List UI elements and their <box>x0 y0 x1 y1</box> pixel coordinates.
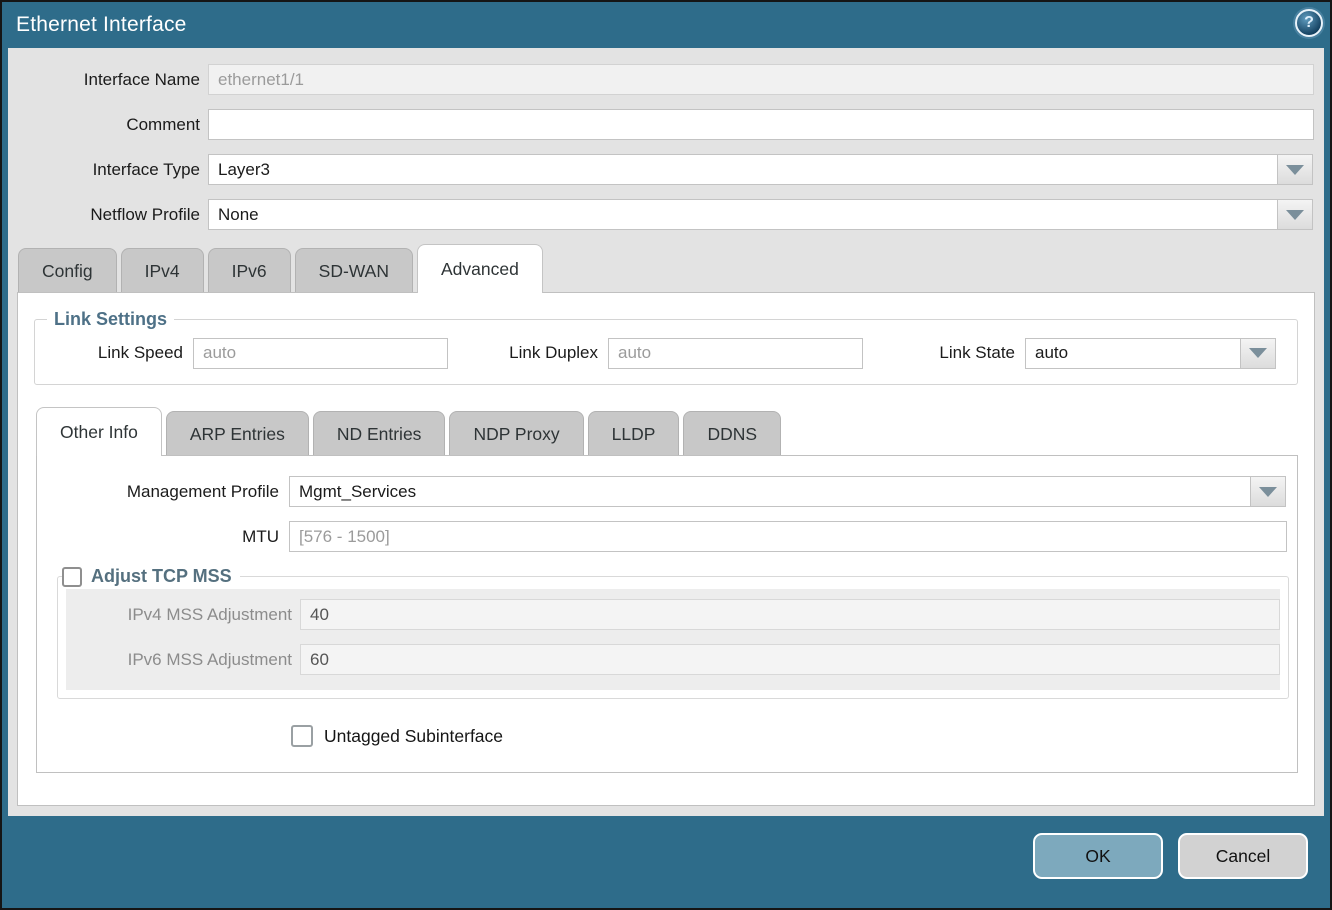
interface-name-row: Interface Name <box>8 64 1324 95</box>
tab-sd-wan[interactable]: SD-WAN <box>295 248 413 292</box>
interface-type-dropdown[interactable] <box>208 154 1314 185</box>
ipv4-mss-label: IPv4 MSS Adjustment <box>74 605 292 625</box>
interface-name-input <box>208 64 1314 95</box>
tab-other-info[interactable]: Other Info <box>36 407 162 456</box>
management-profile-value[interactable] <box>289 476 1251 507</box>
ipv6-mss-input <box>300 644 1280 675</box>
tab-nd-entries[interactable]: ND Entries <box>313 411 446 455</box>
tab-lldp[interactable]: LLDP <box>588 411 680 455</box>
interface-type-value[interactable] <box>208 154 1278 185</box>
adjust-tcp-mss-legend-text: Adjust TCP MSS <box>91 566 232 587</box>
chevron-down-icon <box>1259 487 1277 497</box>
chevron-down-icon <box>1286 165 1304 175</box>
mtu-row: MTU <box>37 521 1297 552</box>
advanced-tab-panel: Link Settings Link Speed Link Duplex Lin… <box>17 292 1315 806</box>
comment-row: Comment <box>8 109 1324 140</box>
tab-ndp-proxy[interactable]: NDP Proxy <box>449 411 583 455</box>
mtu-label: MTU <box>37 527 279 547</box>
adjust-tcp-mss-legend: Adjust TCP MSS <box>62 566 240 587</box>
ipv6-mss-label: IPv6 MSS Adjustment <box>74 650 292 670</box>
ipv4-mss-input <box>300 599 1280 630</box>
netflow-profile-dropdown[interactable] <box>208 199 1314 230</box>
tab-config[interactable]: Config <box>18 248 117 292</box>
ipv4-mss-row: IPv4 MSS Adjustment <box>74 599 1280 630</box>
mss-fields-area: IPv4 MSS Adjustment IPv6 MSS Adjustment <box>66 589 1280 690</box>
tab-ipv4[interactable]: IPv4 <box>121 248 204 292</box>
ok-button[interactable]: OK <box>1033 833 1163 879</box>
untagged-subinterface-label: Untagged Subinterface <box>324 726 503 747</box>
untagged-subinterface-checkbox[interactable] <box>291 725 313 747</box>
netflow-profile-value[interactable] <box>208 199 1278 230</box>
tab-ipv6[interactable]: IPv6 <box>208 248 291 292</box>
adjust-tcp-mss-fieldset: Adjust TCP MSS IPv4 MSS Adjustment IPv6 … <box>57 566 1289 699</box>
link-state-label: Link State <box>863 343 1015 363</box>
link-settings-legend: Link Settings <box>47 309 174 330</box>
adjust-tcp-mss-checkbox[interactable] <box>62 567 82 587</box>
tab-arp-entries[interactable]: ARP Entries <box>166 411 309 455</box>
comment-input[interactable] <box>208 109 1314 140</box>
dialog-titlebar: Ethernet Interface ? <box>2 2 1330 48</box>
cancel-button[interactable]: Cancel <box>1178 833 1308 879</box>
top-form: Interface Name Comment Interface Type Ne… <box>8 48 1324 230</box>
link-state-dropdown[interactable] <box>1025 338 1276 369</box>
untagged-subinterface-row: Untagged Subinterface <box>291 725 1297 747</box>
management-profile-label: Management Profile <box>37 482 279 502</box>
tab-advanced[interactable]: Advanced <box>417 244 543 293</box>
ethernet-interface-dialog: Ethernet Interface ? Interface Name Comm… <box>0 0 1332 910</box>
link-settings-fields: Link Speed Link Duplex Link State <box>35 335 1297 371</box>
dialog-content: Interface Name Comment Interface Type Ne… <box>8 48 1324 816</box>
link-settings-fieldset: Link Settings Link Speed Link Duplex Lin… <box>34 309 1298 385</box>
main-tab-bar: Config IPv4 IPv6 SD-WAN Advanced <box>8 244 1324 292</box>
interface-type-label: Interface Type <box>8 160 200 180</box>
interface-type-row: Interface Type <box>8 154 1324 185</box>
link-state-value[interactable] <box>1025 338 1241 369</box>
other-info-tab-panel: Management Profile MTU <box>36 455 1298 773</box>
interface-type-dropdown-button[interactable] <box>1277 154 1313 185</box>
link-state-dropdown-button[interactable] <box>1240 338 1276 369</box>
link-duplex-input[interactable] <box>608 338 863 369</box>
management-profile-row: Management Profile <box>37 476 1297 507</box>
chevron-down-icon <box>1286 210 1304 220</box>
link-speed-input[interactable] <box>193 338 448 369</box>
interface-name-label: Interface Name <box>8 70 200 90</box>
netflow-profile-dropdown-button[interactable] <box>1277 199 1313 230</box>
tab-ddns[interactable]: DDNS <box>683 411 781 455</box>
comment-label: Comment <box>8 115 200 135</box>
management-profile-dropdown-button[interactable] <box>1250 476 1286 507</box>
dialog-footer: OK Cancel <box>2 816 1330 908</box>
link-speed-label: Link Speed <box>35 343 183 363</box>
link-duplex-label: Link Duplex <box>448 343 598 363</box>
help-icon[interactable]: ? <box>1295 9 1323 37</box>
dialog-title: Ethernet Interface <box>16 13 187 37</box>
sub-tab-bar: Other Info ARP Entries ND Entries NDP Pr… <box>18 407 1314 455</box>
chevron-down-icon <box>1249 348 1267 358</box>
mtu-input[interactable] <box>289 521 1287 552</box>
netflow-profile-row: Netflow Profile <box>8 199 1324 230</box>
management-profile-dropdown[interactable] <box>289 476 1286 507</box>
ipv6-mss-row: IPv6 MSS Adjustment <box>74 644 1280 675</box>
question-mark-glyph: ? <box>1304 14 1314 32</box>
netflow-profile-label: Netflow Profile <box>8 205 200 225</box>
